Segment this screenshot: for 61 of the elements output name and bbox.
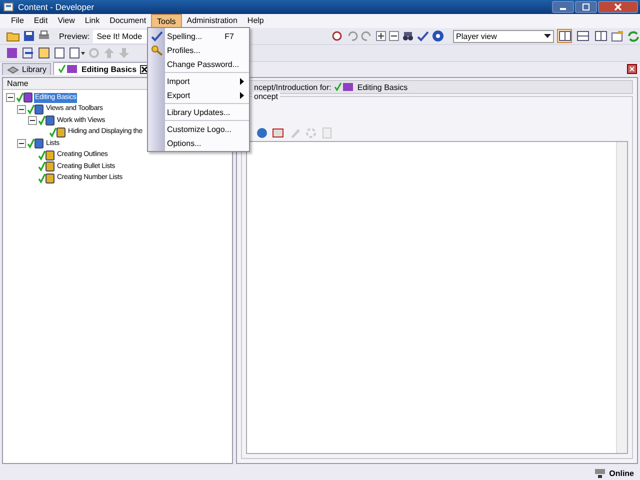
spell-check-icon [151,30,163,42]
document-name: Editing Basics [357,82,408,92]
menu-entry[interactable]: Options... [148,136,249,150]
checked-item-icon [27,104,44,115]
menu-item[interactable]: File [6,14,29,28]
menu-item[interactable]: Link [80,14,105,28]
checked-item-icon [38,172,55,184]
collapse-icon[interactable] [6,93,15,102]
menu-entry[interactable]: Customize Logo... [148,122,249,136]
folder-icon[interactable] [6,30,20,42]
menu-item[interactable]: Edit [28,14,53,28]
checked-item-icon [38,161,55,172]
binoculars-icon[interactable] [402,30,414,42]
menu-entry[interactable]: Export [148,88,249,102]
publish-icon[interactable] [611,30,624,42]
layout-button[interactable] [557,29,572,43]
menu-entry[interactable]: Profiles... [148,43,249,57]
collapse-icon[interactable] [28,116,37,126]
key-icon [151,44,163,56]
header-label: ncept/Introduction for: [254,82,332,92]
app-icon [3,2,14,12]
caret-icon [544,34,551,38]
library-icon [7,66,19,74]
close-icon [614,3,622,11]
checked-item-icon [27,138,44,150]
print-icon[interactable] [38,30,50,42]
scroll-bar[interactable] [616,142,627,453]
spell-check-icon[interactable] [417,30,429,42]
plus-icon[interactable] [376,31,386,41]
layout-button[interactable] [593,29,608,43]
minimize-button[interactable] [552,1,574,13]
preview-label: Preview: [59,32,90,40]
close-button[interactable] [598,1,638,13]
close-pane-icon[interactable] [627,64,637,74]
menu-item[interactable]: View [52,14,80,28]
window-title: Content - Developer [18,2,94,12]
menu-item[interactable]: Administration [182,14,242,28]
layout-button[interactable] [575,29,590,43]
network-icon [594,468,606,478]
group-label: oncept [252,92,280,101]
checked-book-icon [58,64,78,74]
collapse-icon[interactable] [17,139,26,148]
tab[interactable]: Library [2,63,52,75]
maximize-button[interactable] [575,1,597,13]
maximize-icon [582,3,590,11]
close-tab-icon[interactable] [140,64,149,74]
minus-icon[interactable] [389,31,399,41]
page-icon[interactable] [54,47,66,59]
checked-book-icon [334,82,354,92]
menu-item[interactable]: Help [242,14,269,28]
save-icon[interactable] [23,30,35,42]
menu-entry[interactable]: Library Updates... [148,105,249,119]
checked-item-icon [16,92,33,104]
menu-item[interactable]: Document [104,14,152,28]
checked-item-icon [38,115,55,126]
checked-item-icon [49,126,66,138]
checked-item-icon [38,150,55,161]
connection-status: Online [609,468,634,478]
view-select[interactable]: Player view [453,30,554,42]
refresh-icon[interactable] [627,30,640,42]
collapse-icon[interactable] [17,104,26,114]
